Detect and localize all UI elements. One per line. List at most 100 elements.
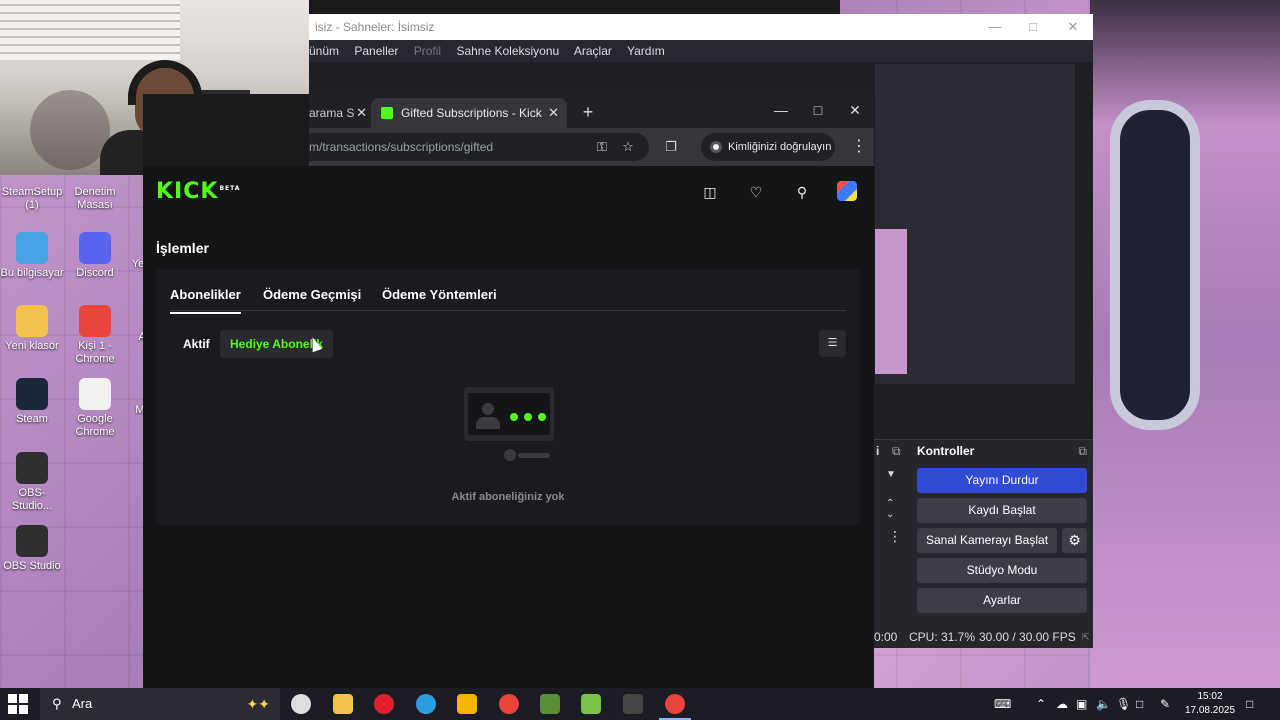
filter-sliders-icon[interactable]: ☰ bbox=[819, 330, 846, 357]
chrome-close-button[interactable]: ✕ bbox=[836, 94, 874, 126]
chrome-icon[interactable] bbox=[499, 694, 519, 714]
tab-subscriptions[interactable]: Abonelikler bbox=[170, 287, 241, 314]
tab-payment-methods[interactable]: Ödeme Yöntemleri bbox=[382, 287, 497, 302]
desk-icon-label: Kişi 1 - Chrome bbox=[75, 340, 115, 365]
heart-icon[interactable]: ♡ bbox=[745, 181, 767, 203]
desk-icon-steamsetup[interactable]: SteamSetup (1) bbox=[0, 186, 64, 212]
filter-active-chip[interactable]: Aktif bbox=[173, 330, 220, 358]
desk-icon-chrome-person[interactable]: Kişi 1 - Chrome bbox=[63, 305, 127, 366]
kick-beta-badge: BETA bbox=[219, 184, 241, 192]
taskbar-clock[interactable]: 15:02 17.08.2025 bbox=[1180, 690, 1240, 718]
show-hidden-icons-chevron-icon[interactable]: ⌃ bbox=[1036, 688, 1046, 720]
speaker-icon[interactable]: 🔈 bbox=[1096, 688, 1111, 720]
chrome-minimize-button[interactable]: — bbox=[762, 94, 800, 126]
kick-page: KICKBETA ◫ ♡ ⚲ İşlemler Abonelikler Ödem… bbox=[143, 166, 874, 688]
spin-up-down-icon[interactable]: ⌃ ⌄ bbox=[886, 498, 894, 520]
desk-icon-google-chrome[interactable]: Google Chrome bbox=[63, 378, 127, 439]
chrome-menu-icon[interactable]: ⋮ bbox=[849, 133, 869, 161]
password-key-icon[interactable]: ⚿ bbox=[588, 133, 616, 161]
resize-grip-icon[interactable]: ⇱ bbox=[1082, 626, 1090, 648]
kick-header: KICKBETA ◫ ♡ ⚲ bbox=[143, 166, 874, 216]
edge-icon[interactable] bbox=[416, 694, 436, 714]
chrome-window: arama S ✕ Gifted Subscriptions - Kick St… bbox=[143, 94, 874, 688]
studio-mode-button[interactable]: Stüdyo Modu bbox=[917, 558, 1087, 583]
taskbar-search[interactable]: ⚲ Ara ✦✦ bbox=[40, 688, 280, 720]
verify-identity-label: Kimliğinizi doğrulayın bbox=[728, 141, 832, 153]
desk-icon-this-pc[interactable]: Bu bilgisayar bbox=[0, 232, 64, 280]
transactions-card: Abonelikler Ödeme Geçmişi Ödeme Yöntemle… bbox=[156, 269, 860, 525]
obs-menu-profile[interactable]: Profil bbox=[414, 44, 441, 58]
network-icon[interactable]: □ bbox=[1136, 688, 1143, 720]
notifications-icon[interactable]: □ bbox=[1246, 688, 1253, 720]
obs-maximize-button[interactable]: □ bbox=[1013, 14, 1053, 40]
obs-controls-undock-icon[interactable]: ⧉ bbox=[1078, 440, 1087, 462]
obs-menu-view[interactable]: ünüm bbox=[309, 44, 339, 58]
desk-icon-label: Denetim Masası bbox=[74, 186, 116, 211]
keyboard-layout-icon[interactable]: ⌨ bbox=[994, 688, 1011, 720]
desk-icon-this-pc-icon bbox=[16, 232, 48, 264]
file-explorer-icon[interactable] bbox=[333, 694, 353, 714]
desk-icon-control-panel[interactable]: Denetim Masası bbox=[63, 186, 127, 212]
obs-menu-scene-collection[interactable]: Sahne Koleksiyonu bbox=[456, 44, 559, 58]
start-recording-button[interactable]: Kaydı Başlat bbox=[917, 498, 1087, 523]
close-tab-icon[interactable]: ✕ bbox=[356, 98, 367, 128]
obs-minimize-button[interactable]: — bbox=[975, 14, 1015, 40]
new-tab-button[interactable]: + bbox=[573, 98, 603, 126]
obs-undock-icon[interactable]: ⧉ bbox=[892, 440, 901, 462]
address-bar-url: m/transactions/subscriptions/gifted bbox=[309, 140, 494, 154]
desk-icon-label: OBS Studio bbox=[3, 560, 61, 572]
inbox-icon[interactable]: ◫ bbox=[699, 181, 721, 203]
chrome-profile-icon[interactable] bbox=[659, 694, 691, 720]
user-avatar[interactable] bbox=[837, 181, 857, 201]
desk-icon-obs-shortcut[interactable]: OBS-Studio... bbox=[0, 452, 64, 513]
tray-app-icon-1[interactable]: ☁ bbox=[1056, 688, 1068, 720]
obs-menu-tools[interactable]: Araçlar bbox=[574, 44, 612, 58]
desk-icon-obs-studio[interactable]: OBS Studio bbox=[0, 525, 64, 573]
virtual-camera-gear-icon[interactable]: ⚙ bbox=[1062, 528, 1087, 553]
taskbar-search-placeholder: Ara bbox=[72, 696, 93, 711]
more-options-icon[interactable]: ⋮ bbox=[888, 528, 902, 545]
start-virtual-camera-button[interactable]: Sanal Kamerayı Başlat bbox=[917, 528, 1057, 553]
kick-logo[interactable]: KICKBETA bbox=[156, 179, 240, 204]
microphone-icon[interactable]: 🎙 bbox=[1116, 688, 1131, 720]
chrome-tab-active[interactable]: Gifted Subscriptions - Kick Stre ✕ bbox=[371, 98, 567, 150]
obs-menu-help[interactable]: Yardım bbox=[627, 44, 665, 58]
chevron-down-icon[interactable]: ▼ bbox=[886, 469, 896, 480]
verify-identity-button[interactable]: Kimliğinizi doğrulayın bbox=[701, 133, 835, 161]
search-icon: ⚲ bbox=[52, 696, 62, 711]
stop-stream-button[interactable]: Yayını Durdur bbox=[917, 468, 1087, 493]
settings-button[interactable]: Ayarlar bbox=[917, 588, 1087, 613]
desk-icon-new-folder[interactable]: Yeni klasör bbox=[0, 305, 64, 353]
bookmark-star-icon[interactable]: ☆ bbox=[614, 133, 642, 161]
chrome-tab-inactive[interactable]: arama S ✕ bbox=[309, 98, 371, 128]
close-tab-icon[interactable]: ✕ bbox=[548, 98, 559, 128]
minecraft-launcher-icon[interactable] bbox=[540, 694, 560, 714]
notes-app-icon[interactable] bbox=[457, 694, 477, 714]
chrome-tab-label: arama S bbox=[309, 106, 355, 120]
chrome-maximize-button[interactable]: □ bbox=[799, 94, 837, 126]
extensions-puzzle-icon[interactable]: ❐ bbox=[657, 133, 685, 161]
empty-illustration-screen bbox=[464, 387, 554, 441]
obs-titlebar: isiz - Sahneler: İsimsiz — □ ✕ bbox=[309, 14, 1093, 40]
tab-payment-history[interactable]: Ödeme Geçmişi bbox=[263, 287, 361, 302]
obs-icon[interactable] bbox=[623, 694, 643, 714]
desk-icon-label: Yeni klasör bbox=[5, 340, 59, 352]
illustration-bar bbox=[518, 453, 550, 458]
desk-icon-steam[interactable]: Steam bbox=[0, 378, 64, 426]
pen-icon[interactable]: ✎ bbox=[1160, 688, 1170, 720]
green-dot-1 bbox=[510, 413, 518, 421]
search-icon[interactable]: ⚲ bbox=[791, 181, 813, 203]
tray-app-icon-2[interactable]: ▣ bbox=[1076, 688, 1087, 720]
obs-menu-docks[interactable]: Paneller bbox=[354, 44, 398, 58]
minecraft-icon[interactable] bbox=[581, 694, 601, 714]
obs-fps: 30.00 / 30.00 FPS bbox=[979, 630, 1076, 644]
desk-icon-label: Bu bilgisayar bbox=[0, 267, 64, 279]
chrome-tabstrip: arama S ✕ Gifted Subscriptions - Kick St… bbox=[309, 94, 874, 150]
windows-start-icon[interactable] bbox=[8, 694, 30, 714]
task-view-icon[interactable] bbox=[291, 694, 311, 714]
obs-stream-time: 0:00 bbox=[874, 630, 898, 644]
obs-close-button[interactable]: ✕ bbox=[1053, 14, 1093, 40]
opera-icon[interactable] bbox=[374, 694, 394, 714]
desk-icon-discord[interactable]: Discord bbox=[63, 232, 127, 280]
obs-controls-header: i ⧉ Kontroller ⧉ bbox=[874, 440, 1093, 462]
